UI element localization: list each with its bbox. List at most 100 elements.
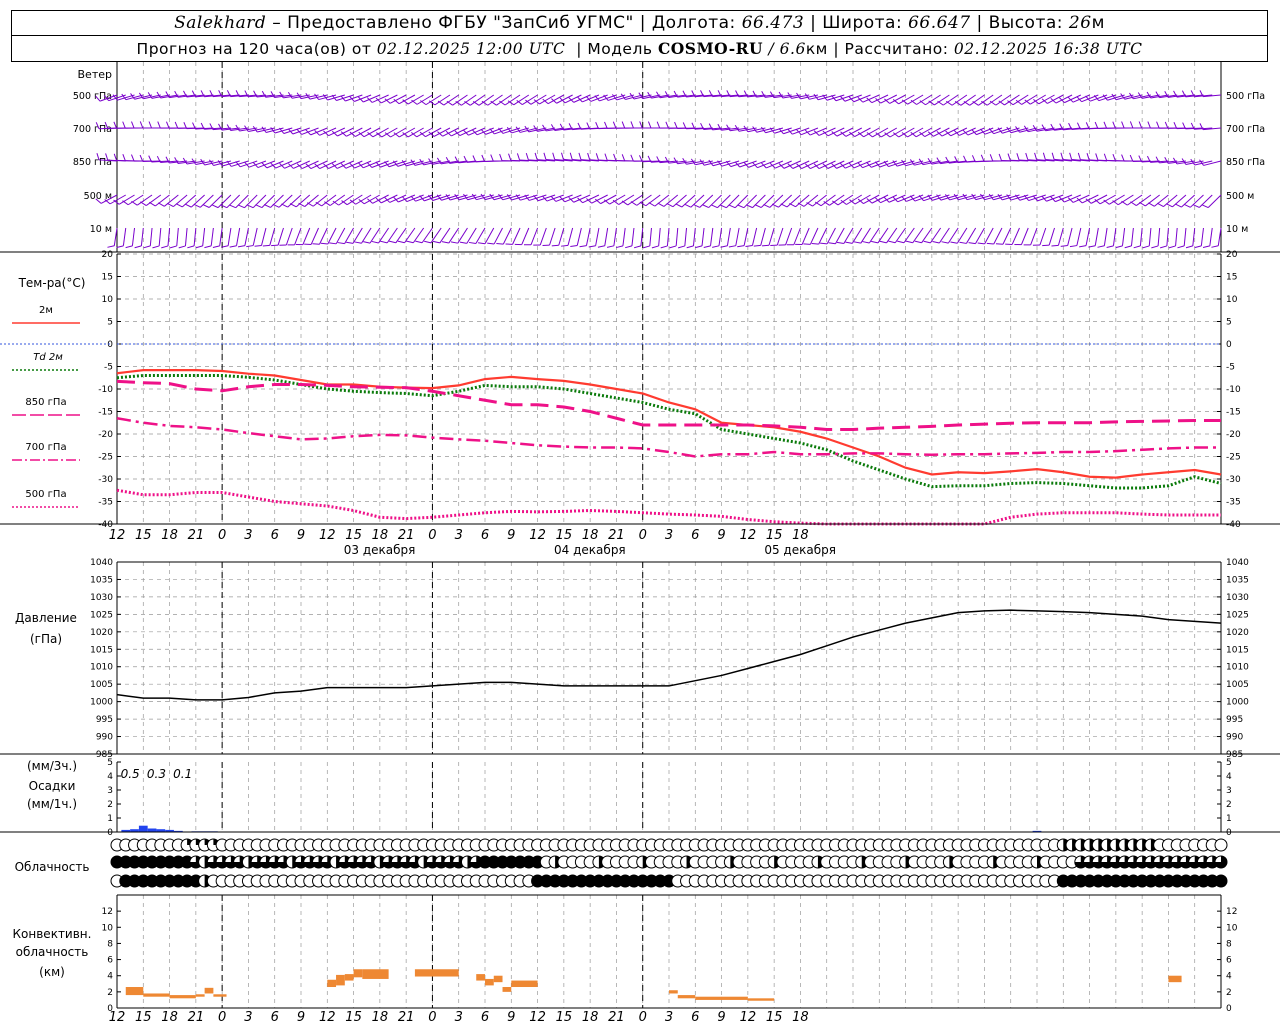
wind-barb-feather [763,203,771,208]
wind-barb [573,194,591,203]
wind-level-left: 500 гПа [73,91,112,102]
wind-barb [352,227,363,244]
wind-barb [421,227,433,244]
wind-barb-feather [424,240,432,244]
wind-barb [294,227,302,246]
wind-barb [1166,227,1169,246]
wind-barb-feather [897,240,905,244]
time-axis-label-bottom: 9 [297,1010,305,1024]
wind-barb [1064,194,1082,203]
wind-barb [827,127,845,137]
wind-barb [1020,227,1029,245]
wind-barb-feather [187,245,195,249]
wind-barb [692,227,696,246]
wind-barb [658,227,661,246]
time-axis-label: 21 [398,528,415,543]
wind-barb-feather [1069,152,1073,160]
pressure-ytick-right: 1035 [1226,575,1249,585]
wind-barb [443,94,459,106]
wind-barb-feather [349,162,355,169]
day-label: 04 декабря [554,543,626,557]
wind-barb-feather [388,240,397,244]
wind-barb-feather [1185,245,1193,249]
wind-barb-feather [1130,201,1137,206]
temp-legend-label: Td 2м [33,352,63,363]
wind-barb [862,94,880,103]
temp-ytick-left: 10 [102,295,114,305]
wind-barb-feather [986,242,994,245]
wind-barb-feather [657,202,665,207]
wind-barb [622,227,626,246]
wind-barb-feather [941,241,949,244]
conv-bar [493,975,503,983]
temp-ytick-left: -10 [98,385,113,395]
wind-barb-feather [1067,96,1074,103]
conv-ytick-right: 2 [1226,988,1232,998]
wind-barb [851,227,863,244]
wind-barb [576,227,582,246]
wind-barb [1002,227,1012,245]
conv-title: Конвективн. [13,927,92,941]
wind-barb-feather [888,240,896,244]
wind-barb-feather [1129,121,1134,129]
wind-barb-feather [1016,153,1020,161]
wind-barb-feather [454,130,461,136]
wind-barb [801,227,810,245]
time-axis-label: 12 [109,528,126,543]
wind-barb [600,194,617,205]
precip-unit-top: (мм/3ч.) [27,759,77,773]
temp-ytick-right: -40 [1226,520,1241,530]
wind-barb [863,127,880,138]
wind-barb [1175,227,1178,246]
wind-level-right: 10 м [1226,224,1248,235]
wind-barb [416,94,433,105]
wind-barb-feather [745,204,753,209]
wind-barb-feather [272,203,280,208]
wind-barb-feather [1211,245,1219,248]
temp-ytick-right: -10 [1226,385,1241,395]
wind-barb-feather [122,121,126,129]
wind-barb-feather [699,159,705,166]
wind-barb-feather [212,245,220,248]
wind-barb-feather [871,240,879,244]
time-axis-label: 21 [608,528,625,543]
wind-barb [743,227,749,246]
wind-barb [398,94,416,105]
wind-barb-feather [839,162,846,169]
wind-barb [502,227,512,245]
temp-ytick-left: -5 [104,363,113,373]
wind-barb-feather [281,203,288,208]
pressure-ytick-left: 1030 [90,593,113,603]
precip-ytick-left: 2 [107,800,113,810]
wind-barb-feather [184,203,192,208]
conv-ytick-left: 10 [102,923,114,933]
wind-barb-feather [534,152,538,160]
temp-legend-label: 700 гПа [25,442,66,453]
wind-barb [809,227,819,245]
wind-barb-feather [158,202,165,207]
wind-barb-feather [1077,152,1081,160]
pressure-ytick-right: 1015 [1226,645,1249,655]
wind-barb [776,227,784,246]
wind-barb-feather [621,200,629,206]
conv-ytick-left: 8 [107,939,113,949]
conv-ytick-left: 2 [107,988,113,998]
time-axis-label-bottom: 21 [188,1010,205,1024]
wind-barb-feather [298,202,305,208]
wind-barb-feather [1165,203,1173,208]
wind-barb-feather [131,121,135,129]
wind-barb [785,227,793,246]
wind-barb-feather [200,158,206,166]
wind-barb-feather [1059,97,1065,103]
wind-barb [567,227,574,246]
wind-barb [1094,227,1099,246]
wind-barb-feather [346,241,354,244]
wind-barb-feather [157,121,161,129]
wind-barb-feather [595,153,599,161]
wind-barb-feather [229,245,237,248]
wind-barb [818,227,828,245]
conv-bar [204,987,214,994]
wind-barb-feather [762,244,770,247]
wind-barb-feather [358,162,364,169]
pressure-ytick-right: 990 [1226,733,1243,743]
